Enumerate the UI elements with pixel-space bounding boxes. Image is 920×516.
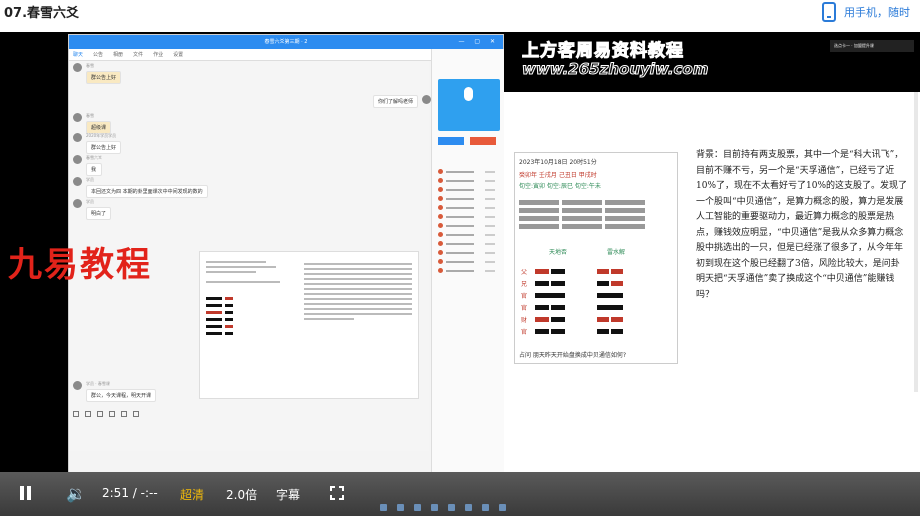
brand-watermark: 九易教程 [8, 245, 152, 285]
pause-icon[interactable] [20, 486, 32, 500]
list-item[interactable] [438, 248, 495, 257]
taskbar [380, 502, 920, 512]
top-bar: 07.春雪六爻 用手机，随时 [0, 0, 920, 32]
speed-button[interactable]: 2.0倍 [226, 486, 257, 503]
message-text: 群公告上好 [86, 71, 122, 84]
input-toolbar [73, 411, 139, 417]
app-sidebar [431, 49, 505, 477]
sender-name: 春雪六爻 [86, 155, 102, 160]
tab-files: 文件 [133, 52, 144, 58]
page-title: 07.春雪六爻 [4, 6, 80, 21]
avatar [422, 95, 432, 104]
list-item[interactable] [438, 212, 495, 221]
folder-icon[interactable] [121, 411, 127, 417]
sidebar-button-a[interactable] [438, 137, 464, 145]
mobile-label: 用手机，随时 [844, 6, 910, 19]
message-text: 我 [86, 163, 102, 176]
window-controls: — ▢ ✕ [458, 38, 499, 45]
avatar [73, 113, 82, 122]
app-title-bar: 春雪六爻第三期 · 2 — ▢ ✕ [69, 35, 503, 49]
chart-xunkong: 旬空:寅卯 旬空:辰巳 旬空:午未 [519, 183, 601, 190]
sender-name: 学员 [86, 199, 94, 204]
video-player[interactable]: 春雪六爻第三期 · 2 — ▢ ✕ 聊天 公告 相册 文件 作业 设置 春雪 群… [0, 32, 920, 516]
sidebar-list [438, 167, 495, 275]
emoji-icon[interactable] [73, 411, 79, 417]
window-tag: 选点卡一 · 加盟提升课 [830, 40, 914, 52]
right-screen: 上方客周易资料教程 www.265zhouyiw.com 选点卡一 · 加盟提升… [504, 32, 920, 482]
list-item[interactable] [438, 257, 495, 266]
app-window-title: 春雪六爻第三期 · 2 [264, 39, 308, 45]
quality-button[interactable]: 超清 [180, 486, 204, 503]
message-text: 你们了解吗老师 [373, 95, 419, 108]
list-item[interactable] [438, 203, 495, 212]
chat-message: 2020年学员学员 群公告上好 [73, 133, 122, 154]
file-icon[interactable] [109, 411, 115, 417]
list-item[interactable] [438, 266, 495, 275]
right-header: 上方客周易资料教程 www.265zhouyiw.com 选点卡一 · 加盟提升… [504, 32, 920, 92]
hexagram-lines: 父 兄 官 官 财 官 [515, 265, 679, 337]
chart-ganzhi: 癸卯年 壬戌月 己丑日 甲戌时 [519, 172, 597, 179]
list-item[interactable] [438, 167, 495, 176]
more-icon[interactable] [133, 411, 139, 417]
chat-message: 春雪 超级课 [73, 113, 112, 134]
message-text: 明白了 [86, 207, 112, 220]
tab-settings: 设置 [173, 52, 184, 58]
chart-thumbnail [206, 258, 296, 370]
chat-message: 你们了解吗老师 [373, 95, 432, 108]
phone-icon [822, 2, 836, 22]
chat-message: 学员 明白了 [73, 199, 112, 220]
sender-name: 2020年学员学员 [86, 133, 117, 138]
list-item[interactable] [438, 221, 495, 230]
gua-name-main: 天地否 [549, 249, 568, 256]
chart-question: 占问 朋天昨天开始盘换成中贝通信如何? [519, 352, 627, 359]
tab-chat: 聊天 [73, 52, 84, 58]
chart-date: 2023年10月18日 20时51分 [519, 159, 597, 166]
player-controls: 🔉 2:51 / -:-- 超清 2.0倍 字幕 [0, 472, 920, 516]
chart-thumbnail-text [304, 260, 412, 323]
message-text: 本回还文为四 本期的卦里面课次中中间发现的数的 [86, 185, 208, 198]
avatar [73, 177, 82, 186]
avatar [73, 381, 82, 390]
sidebar-button-b[interactable] [470, 137, 496, 145]
sender-name: 学员 [86, 177, 94, 182]
avatar [73, 63, 82, 72]
chat-message: 学员 本回还文为四 本期的卦里面课次中中间发现的数的 [73, 177, 208, 198]
list-item[interactable] [438, 185, 495, 194]
scrollbar[interactable] [914, 92, 918, 392]
list-item[interactable] [438, 194, 495, 203]
list-item[interactable] [438, 239, 495, 248]
site-url: www.265zhouyiw.com [521, 60, 709, 79]
fullscreen-icon[interactable] [330, 486, 344, 500]
chat-message: 春雪 群公告上好 [73, 63, 122, 84]
volume-icon[interactable]: 🔉 [66, 484, 86, 503]
tab-homework: 作业 [153, 52, 164, 58]
avatar [73, 155, 82, 164]
time-display: 2:51 / -:-- [102, 486, 158, 500]
chat-message: 学员 · 春雪课 群公，今天课程，明天开课 [73, 381, 157, 402]
image-icon[interactable] [85, 411, 91, 417]
chat-message: 春雪六爻 我 [73, 155, 102, 176]
subtitle-button[interactable]: 字幕 [276, 486, 300, 503]
tab-notice: 公告 [93, 52, 104, 58]
sender-name: 学员 · 春雪课 [86, 381, 110, 386]
tab-album: 相册 [113, 52, 124, 58]
gua-name-changed: 雷水解 [607, 249, 626, 256]
avatar [73, 133, 82, 142]
avatar [73, 199, 82, 208]
mobile-watch-link[interactable]: 用手机，随时 [822, 2, 910, 22]
scissors-icon[interactable] [97, 411, 103, 417]
message-text: 群公告上好 [86, 141, 122, 154]
sender-name: 春雪 [86, 63, 94, 68]
liuyao-chart: 2023年10月18日 20时51分 癸卯年 壬戌月 己丑日 甲戌时 旬空:寅卯… [514, 152, 678, 364]
list-item[interactable] [438, 230, 495, 239]
site-watermark: 上方客周易资料教程 [522, 41, 684, 62]
shared-chart-image[interactable] [199, 251, 419, 399]
microphone-icon[interactable] [438, 79, 500, 131]
sender-name: 春雪 [86, 113, 94, 118]
context-text: 背景：目前持有两支股票，其中一个是“科大讯飞”，目前不赚不亏，另一个是“天孚通信… [696, 150, 908, 300]
message-text: 群公，今天课程，明天开课 [86, 389, 157, 402]
list-item[interactable] [438, 176, 495, 185]
